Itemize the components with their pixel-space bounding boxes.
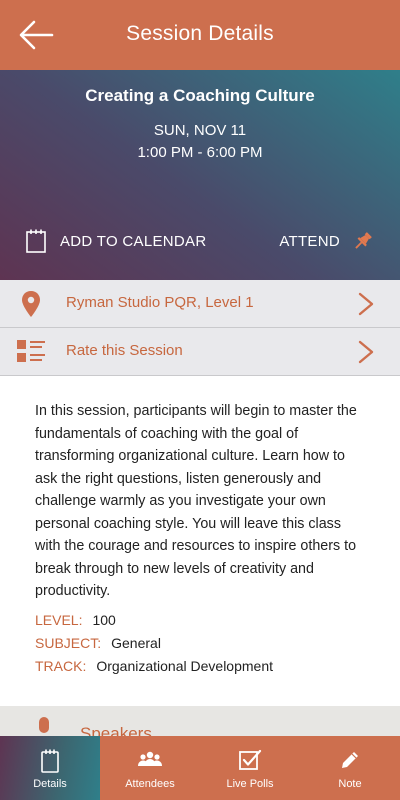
speakers-label: Speakers — [80, 724, 152, 736]
rate-session-label: Rate this Session — [66, 342, 183, 359]
subject-field: SUBJECT: General — [35, 635, 161, 651]
people-icon — [138, 751, 162, 766]
bottom-tab-bar: Details Attendees Live Polls Note — [0, 736, 400, 800]
chevron-right-icon — [358, 292, 374, 316]
level-key: LEVEL: — [35, 612, 83, 628]
attend-label: ATTEND — [279, 232, 340, 250]
location-row[interactable]: Ryman Studio PQR, Level 1 — [0, 280, 400, 328]
tab-note[interactable]: Note — [300, 736, 400, 800]
tab-attendees[interactable]: Attendees — [100, 736, 200, 800]
rate-session-row[interactable]: Rate this Session — [0, 328, 400, 376]
microphone-icon — [39, 717, 49, 733]
tab-attendees-label: Attendees — [125, 778, 175, 790]
top-bar: Session Details — [0, 0, 400, 70]
location-label: Ryman Studio PQR, Level 1 — [66, 294, 254, 311]
level-field: LEVEL: 100 — [35, 612, 116, 628]
session-description: In this session, participants will begin… — [35, 403, 357, 599]
level-value: 100 — [92, 612, 116, 628]
session-content: In this session, participants will begin… — [0, 376, 400, 706]
add-to-calendar-button[interactable]: ADD TO CALENDAR — [26, 226, 206, 256]
pin-icon — [355, 232, 372, 249]
checkbox-icon — [239, 749, 262, 770]
session-title: Creating a Coaching Culture — [85, 86, 315, 105]
track-field: TRACK: Organizational Development — [35, 658, 273, 674]
pencil-icon — [342, 752, 358, 768]
subject-value: General — [111, 635, 161, 651]
tab-live-polls[interactable]: Live Polls — [200, 736, 300, 800]
tab-details[interactable]: Details — [0, 736, 100, 800]
add-to-calendar-label: ADD TO CALENDAR — [60, 232, 207, 250]
calendar-icon — [26, 229, 46, 253]
chevron-right-icon — [358, 340, 374, 364]
tab-details-label: Details — [33, 778, 67, 790]
tab-live-polls-label: Live Polls — [226, 778, 274, 790]
attend-button[interactable]: ATTEND — [279, 226, 374, 256]
rating-list-icon — [17, 340, 45, 362]
notepad-icon — [41, 749, 59, 773]
track-value: Organizational Development — [96, 658, 273, 674]
tab-note-label: Note — [338, 778, 362, 790]
session-time: 1:00 PM - 6:00 PM — [137, 144, 263, 161]
session-hero: Creating a Coaching Culture SUN, NOV 11 … — [0, 70, 400, 280]
map-pin-icon — [22, 291, 40, 317]
page-title: Session Details — [126, 22, 274, 45]
subject-key: SUBJECT: — [35, 635, 102, 651]
session-date: SUN, NOV 11 — [153, 122, 247, 139]
track-key: TRACK: — [35, 658, 87, 674]
speakers-section[interactable]: Speakers — [0, 706, 400, 736]
